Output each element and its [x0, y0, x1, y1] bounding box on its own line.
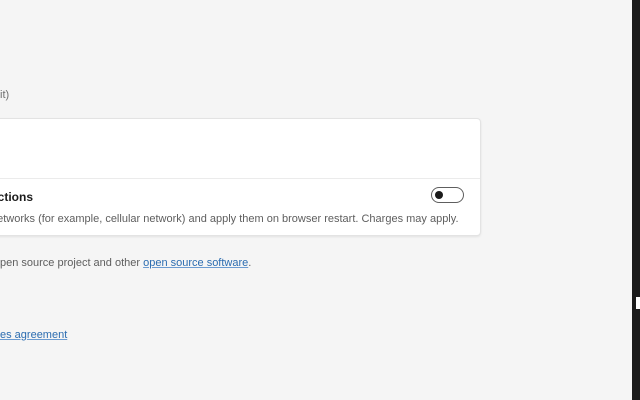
- version-text: it): [0, 89, 10, 101]
- open-source-prefix: pen source project and other: [0, 257, 144, 269]
- open-source-text: pen source project and other open source…: [0, 257, 251, 269]
- open-source-suffix: .: [248, 257, 252, 269]
- toggle-knob: [435, 191, 443, 199]
- agreement-link-container: es agreement: [0, 329, 67, 341]
- services-agreement-link[interactable]: es agreement: [0, 329, 67, 341]
- settings-card: ections networks (for example, cellular …: [0, 118, 481, 236]
- setting-title: ections: [0, 190, 34, 204]
- mouse-cursor-icon: [636, 297, 640, 309]
- settings-page: it) ections networks (for example, cellu…: [0, 0, 640, 400]
- setting-description: networks (for example, cellular network)…: [0, 213, 459, 225]
- card-divider: [0, 178, 480, 179]
- setting-toggle[interactable]: [431, 187, 464, 203]
- scrollbar[interactable]: [632, 0, 640, 400]
- open-source-software-link[interactable]: open source software: [143, 257, 248, 269]
